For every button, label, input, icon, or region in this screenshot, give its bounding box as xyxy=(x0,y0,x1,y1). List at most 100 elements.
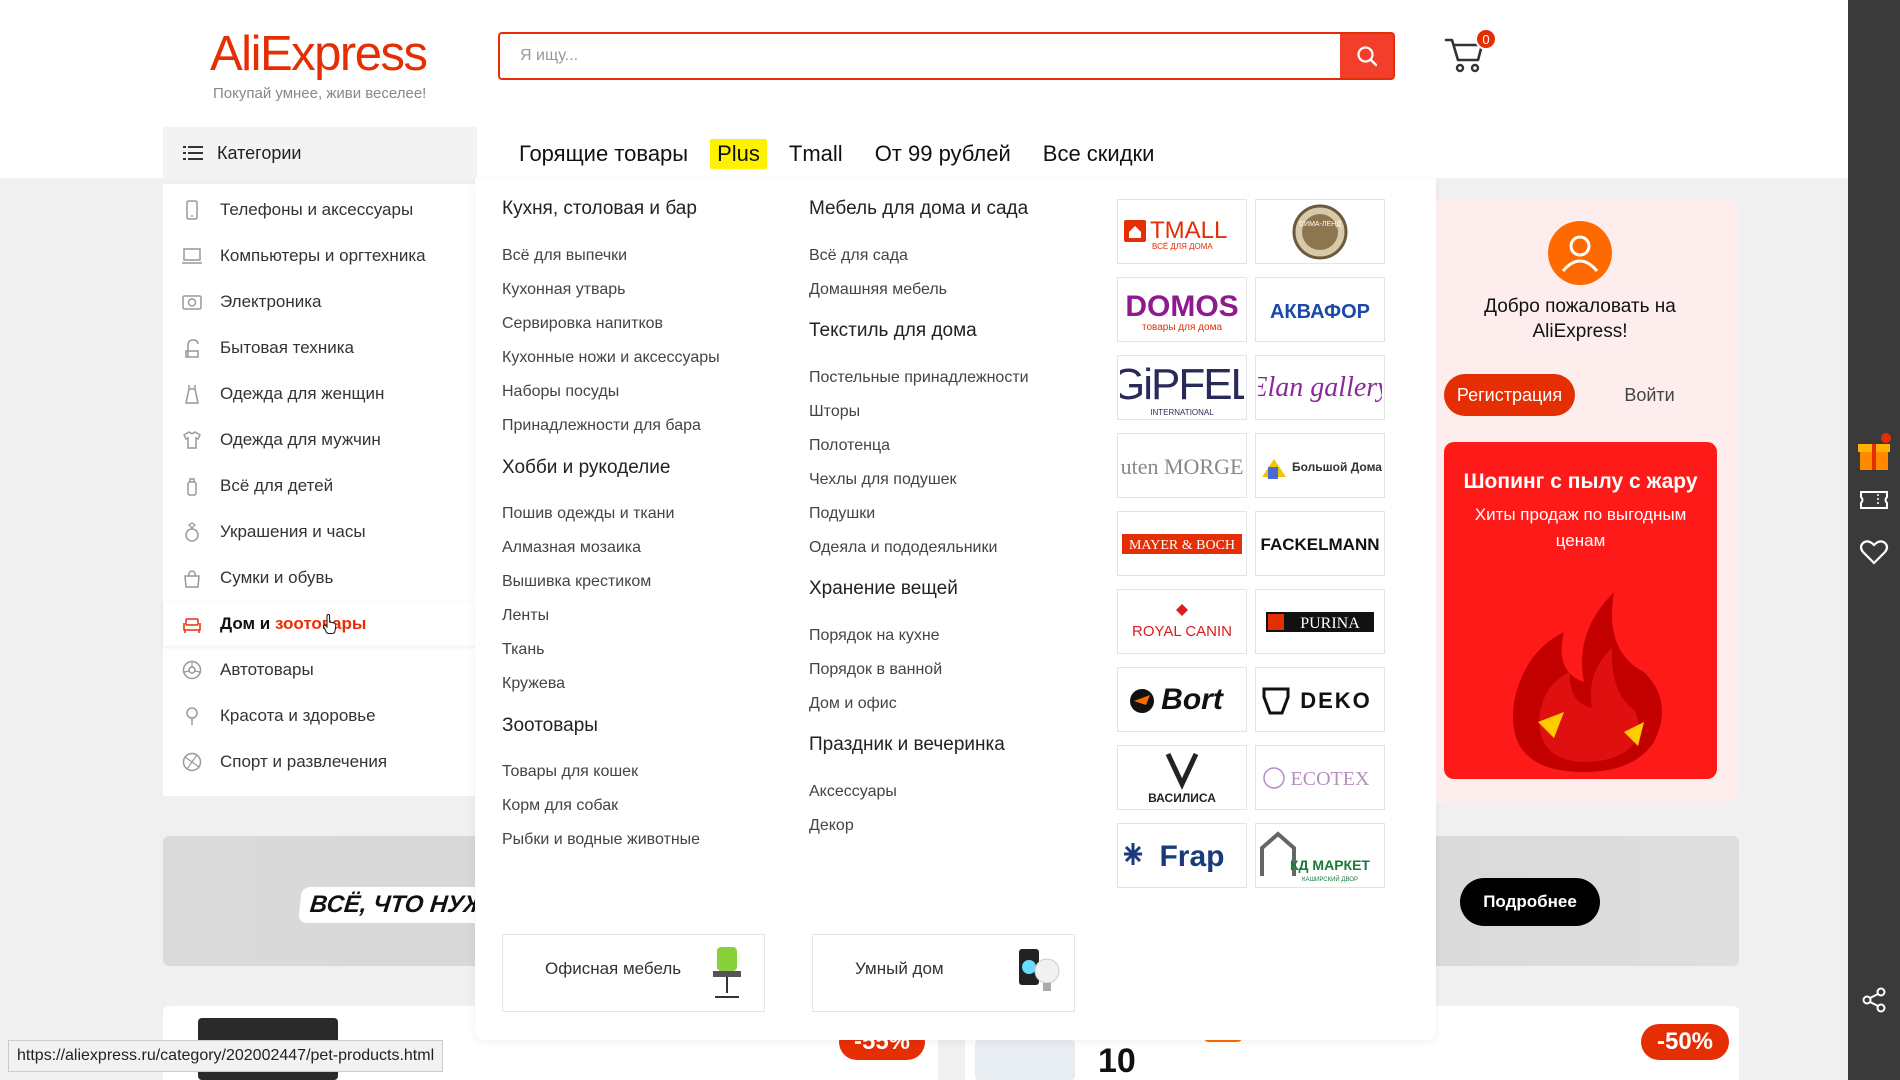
wishlist-button[interactable] xyxy=(1848,538,1900,566)
brand-elan-gallery[interactable]: Elan gallery xyxy=(1255,355,1385,420)
nav-tmall[interactable]: Tmall xyxy=(789,135,843,173)
nav-all-discounts[interactable]: Все скидки xyxy=(1043,135,1155,173)
category-link[interactable]: Алмазная мозаика xyxy=(502,539,641,557)
camera-icon xyxy=(182,295,202,310)
card-label: Умный дом xyxy=(855,959,944,978)
sidebar-item-sport[interactable]: Спорт и развлечения xyxy=(163,740,477,784)
brand-purina[interactable]: PURINA xyxy=(1255,589,1385,654)
categories-button[interactable]: Категории xyxy=(163,127,477,179)
category-link[interactable]: Порядок на кухне xyxy=(809,627,940,645)
category-link[interactable]: Пошив одежды и ткани xyxy=(502,505,674,523)
nav-hot-products[interactable]: Горящие товары xyxy=(519,135,688,173)
sidebar-item-men-clothing[interactable]: Одежда для мужчин xyxy=(163,418,477,462)
nav-from-99-rubles[interactable]: От 99 рублей xyxy=(875,135,1011,173)
brand-tmall[interactable]: TMALL ВСЁ ДЛЯ ДОМА xyxy=(1117,199,1247,264)
brand-kd-market[interactable]: КД МАРКЕТ КАШИРСКИЙ ДВОР xyxy=(1255,823,1385,888)
category-link[interactable]: Сервировка напитков xyxy=(502,315,663,333)
group-title[interactable]: Праздник и вечеринка xyxy=(809,734,1005,756)
group-title[interactable]: Зоотовары xyxy=(502,715,598,737)
category-link[interactable]: Полотенца xyxy=(809,437,890,455)
category-link[interactable]: Одеяла и пододеяльники xyxy=(809,539,997,557)
sidebar-item-label: Электроника xyxy=(220,292,322,311)
search-icon xyxy=(1356,46,1377,67)
sidebar-item-computers[interactable]: Компьютеры и оргтехника xyxy=(163,234,477,278)
brand-frap[interactable]: Frap xyxy=(1117,823,1247,888)
brand-akvafor[interactable]: АКВАФОР xyxy=(1255,277,1385,342)
category-link[interactable]: Ткань xyxy=(502,641,545,659)
aliexpress-logo[interactable]: AliExpress Покупай умнее, живи веселее! xyxy=(210,28,460,108)
group-title[interactable]: Мебель для дома и сада xyxy=(809,198,1028,220)
share-button[interactable] xyxy=(1848,986,1900,1014)
category-link[interactable]: Аксессуары xyxy=(809,783,897,801)
sidebar-item-kids[interactable]: Всё для детей xyxy=(163,464,477,508)
category-link[interactable]: Товары для кошек xyxy=(502,763,638,781)
category-link[interactable]: Вышивка крестиком xyxy=(502,573,651,591)
register-button[interactable]: Регистрация xyxy=(1444,374,1575,416)
brand-sima-land[interactable]: СИМА-ЛЕНД xyxy=(1255,199,1385,264)
brand-bolshoy-domashniy[interactable]: Большой Домашний xyxy=(1255,433,1385,498)
category-link[interactable]: Домашняя мебель xyxy=(809,281,947,299)
group-title[interactable]: Кухня, столовая и бар xyxy=(502,198,697,220)
category-link[interactable]: Кухонная утварь xyxy=(502,281,626,299)
category-link[interactable]: Постельные принадлежности xyxy=(809,369,1029,387)
category-link[interactable]: Рыбки и водные животные xyxy=(502,831,700,849)
category-link[interactable]: Чехлы для подушек xyxy=(809,471,957,489)
sidebar-item-bags-shoes[interactable]: Сумки и обувь xyxy=(163,556,477,600)
smart-home-card[interactable]: Умный дом xyxy=(812,934,1075,1012)
group-title[interactable]: Хобби и рукоделие xyxy=(502,457,670,479)
brand-ecotex[interactable]: ECOTEX xyxy=(1255,745,1385,810)
group-title[interactable]: Хранение вещей xyxy=(809,578,958,600)
gift-button[interactable] xyxy=(1848,432,1900,474)
category-link[interactable]: Декор xyxy=(809,817,854,835)
sima-land-logo: СИМА-ЛЕНД xyxy=(1292,204,1348,259)
brand-mayer-boch[interactable]: MAYER & BOCH xyxy=(1117,511,1247,576)
sidebar-item-women-clothing[interactable]: Одежда для женщин xyxy=(163,372,477,416)
category-link[interactable]: Подушки xyxy=(809,505,875,523)
brand-subtitle: ВСЁ ДЛЯ ДОМА xyxy=(1152,242,1213,251)
brand-deko[interactable]: DEKO xyxy=(1255,667,1385,732)
kd-market-logo: КД МАРКЕТ КАШИРСКИЙ ДВОР xyxy=(1260,830,1370,883)
guten-morgen-logo: Guten MORGEN xyxy=(1120,454,1244,479)
coupon-button[interactable] xyxy=(1848,488,1900,512)
more-button[interactable]: Подробнее xyxy=(1460,878,1600,926)
office-furniture-card[interactable]: Офисная мебель xyxy=(502,934,765,1012)
category-link[interactable]: Всё для выпечки xyxy=(502,247,627,265)
sidebar-item-home-pets[interactable]: Дом и зоотовары xyxy=(163,602,477,646)
brand-guten-morgen[interactable]: Guten MORGEN xyxy=(1117,433,1247,498)
search-button[interactable] xyxy=(1340,34,1393,78)
sidebar-item-appliances[interactable]: Бытовая техника xyxy=(163,326,477,370)
brand-vasilisa[interactable]: ВАСИЛИСА xyxy=(1117,745,1247,810)
nav-plus[interactable]: Plus xyxy=(710,139,767,169)
group-title[interactable]: Текстиль для дома xyxy=(809,320,977,342)
brand-fackelmann[interactable]: FACKELMANN xyxy=(1255,511,1385,576)
brand-domos[interactable]: DOMOS товары для дома xyxy=(1117,277,1247,342)
vasilisa-logo: ВАСИЛИСА xyxy=(1148,752,1216,805)
category-link[interactable]: Ленты xyxy=(502,607,549,625)
category-link[interactable]: Шторы xyxy=(809,403,860,421)
office-chair-icon xyxy=(713,947,741,998)
brand-royal-canin[interactable]: ROYAL CANIN xyxy=(1117,589,1247,654)
sidebar-item-label: Одежда для мужчин xyxy=(220,430,381,449)
category-link[interactable]: Дом и офис xyxy=(809,695,897,713)
ecotex-logo: ECOTEX xyxy=(1263,766,1370,790)
top-navigation: Горящие товары Plus Tmall От 99 рублей В… xyxy=(519,135,1186,173)
banner-text: ВСЁ, ЧТО НУЖ xyxy=(298,887,498,923)
brand-gipfel[interactable]: GiPFELINTERNATIONAL xyxy=(1117,355,1247,420)
sidebar-item-jewelry[interactable]: Украшения и часы xyxy=(163,510,477,554)
sidebar-item-electronics[interactable]: Электроника xyxy=(163,280,477,324)
sidebar-item-beauty[interactable]: Красота и здоровье xyxy=(163,694,477,738)
sidebar-item-phones[interactable]: Телефоны и аксессуары xyxy=(163,188,477,232)
category-link[interactable]: Наборы посуды xyxy=(502,383,619,401)
category-link[interactable]: Кружева xyxy=(502,675,565,693)
sidebar-item-auto[interactable]: Автотовары xyxy=(163,648,477,692)
search-input[interactable] xyxy=(500,34,1340,78)
category-link[interactable]: Порядок в ванной xyxy=(809,661,942,679)
category-link[interactable]: Всё для сада xyxy=(809,247,908,265)
category-link[interactable]: Корм для собак xyxy=(502,797,618,815)
category-link[interactable]: Принадлежности для бара xyxy=(502,417,701,435)
cart-button[interactable]: 0 xyxy=(1442,28,1502,80)
login-button[interactable]: Войти xyxy=(1584,374,1715,416)
brand-bort[interactable]: Bort xyxy=(1117,667,1247,732)
promo-card[interactable]: Шопинг с пылу с жару Хиты продаж по выго… xyxy=(1444,442,1717,779)
category-link[interactable]: Кухонные ножи и аксессуары xyxy=(502,349,720,367)
